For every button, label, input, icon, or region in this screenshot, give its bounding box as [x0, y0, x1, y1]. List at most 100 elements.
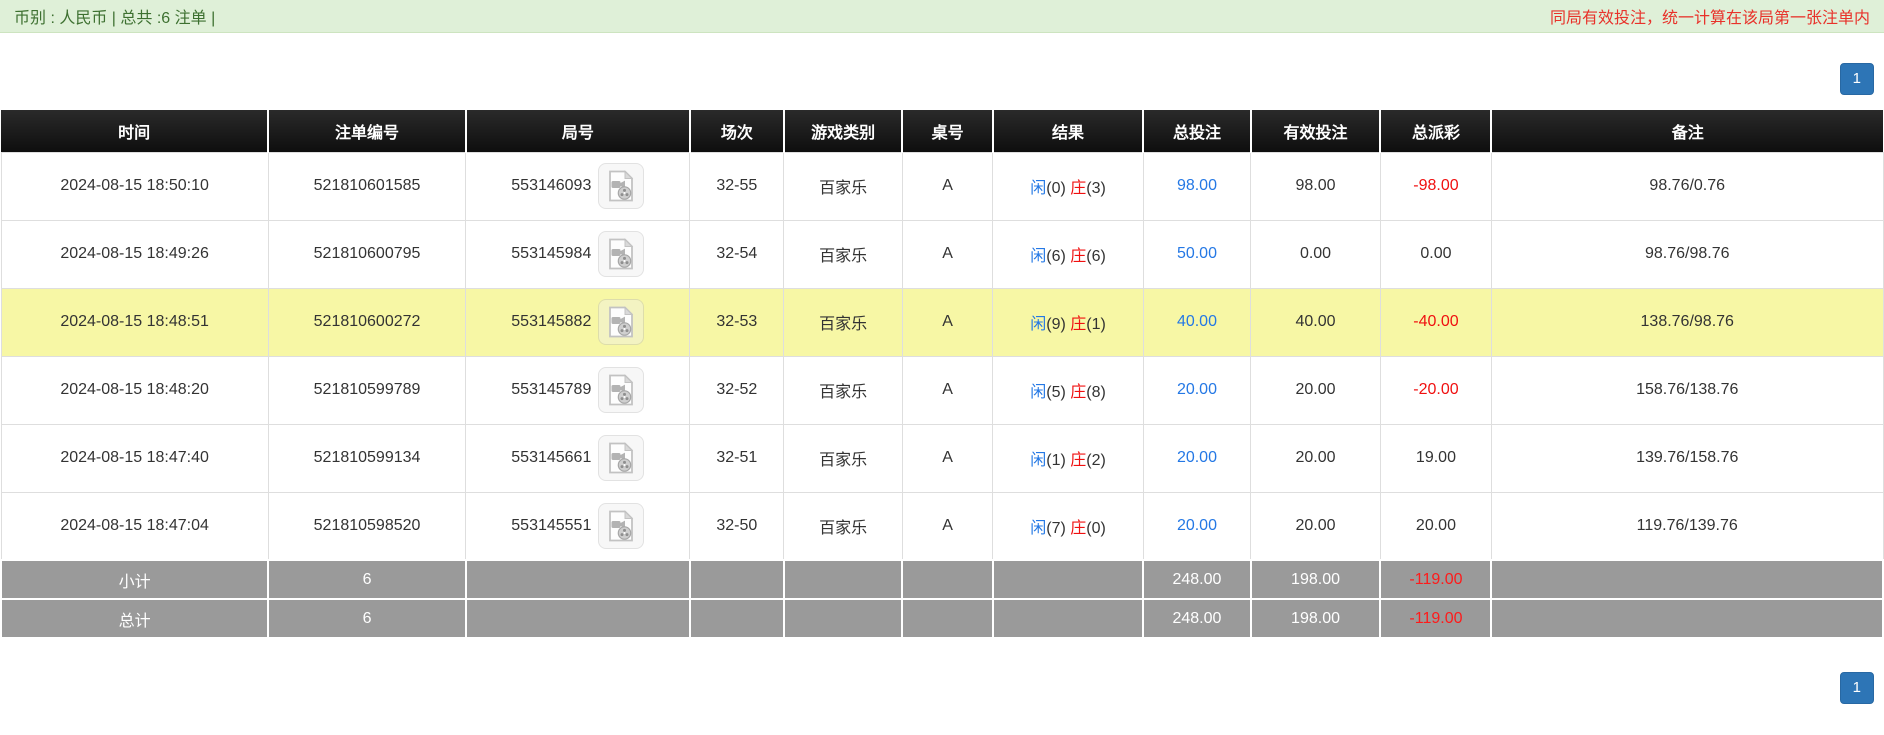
result-banker-label: 庄	[1070, 384, 1087, 401]
cell-game-type: 百家乐	[783, 355, 903, 425]
cell-empty	[782, 559, 904, 600]
cell-game-type: 百家乐	[783, 219, 903, 289]
total-valid-bet: 198.00	[1249, 598, 1382, 639]
header-remark: 备注	[1490, 110, 1883, 152]
cell-bet-id: 521810601585	[267, 151, 467, 221]
cell-total-bet: 20.00	[1142, 355, 1252, 425]
result-player-count: (6)	[1046, 248, 1066, 265]
cell-result: 闲(9) 庄(1)	[992, 287, 1144, 357]
cell-time: 2024-08-15 18:48:51	[0, 287, 269, 357]
pagination-top: 1	[0, 63, 1884, 95]
result-player-label: 闲	[1030, 180, 1047, 197]
cell-table-no: A	[901, 423, 994, 493]
result-player-count: (5)	[1046, 384, 1066, 401]
cell-empty	[901, 559, 994, 600]
result-banker-label: 庄	[1070, 248, 1087, 265]
video-replay-icon	[607, 442, 635, 474]
grand-total-row: 总计 6 248.00 198.00 -119.00	[0, 598, 1884, 639]
cell-session: 32-51	[689, 423, 785, 493]
cell-table-no: A	[901, 355, 994, 425]
header-total-bet: 总投注	[1142, 110, 1251, 152]
result-banker-count: (6)	[1086, 248, 1106, 265]
result-banker-label: 庄	[1070, 316, 1087, 333]
table-row: 2024-08-15 18:48:20 521810599789 5531457…	[0, 355, 1884, 425]
status-bar: 币别 : 人民币 | 总共 :6 注单 | 同局有效投注，统一计算在该局第一张注…	[0, 0, 1884, 33]
round-id-text: 553145661	[511, 449, 592, 466]
cell-empty	[688, 598, 785, 639]
video-replay-icon	[607, 374, 635, 406]
video-replay-button[interactable]	[598, 435, 645, 481]
cell-round-id: 553145789	[465, 355, 691, 425]
cell-total-bet: 98.00	[1142, 151, 1252, 221]
cell-empty	[1490, 598, 1884, 639]
result-player-count: (1)	[1046, 452, 1066, 469]
header-valid-bet: 有效投注	[1249, 110, 1381, 152]
cell-round-id: 553145551	[465, 491, 691, 561]
cell-valid-bet: 20.00	[1250, 423, 1381, 493]
table-row: 2024-08-15 18:48:51 521810600272 5531458…	[0, 287, 1884, 357]
cell-bet-id: 521810600272	[267, 287, 467, 357]
result-banker-count: (0)	[1086, 519, 1106, 537]
cell-game-type: 百家乐	[783, 287, 903, 357]
cell-result: 闲(7) 庄(0)	[992, 491, 1144, 561]
cell-empty	[464, 598, 691, 639]
cell-empty	[464, 559, 691, 600]
video-replay-icon	[607, 170, 635, 202]
video-replay-button[interactable]	[598, 299, 645, 345]
result-banker-count: (3)	[1086, 180, 1106, 197]
total-payout: -119.00	[1379, 598, 1493, 639]
header-payout: 总派彩	[1379, 110, 1492, 152]
video-replay-button[interactable]	[598, 502, 645, 549]
cell-round-id: 553145984	[465, 219, 691, 289]
result-player-label: 闲	[1030, 452, 1047, 469]
video-replay-button[interactable]	[598, 231, 645, 277]
currency-summary-text: 币别 : 人民币 | 总共 :6 注单 |	[14, 10, 216, 27]
result-banker-label: 庄	[1070, 180, 1087, 197]
cell-game-type: 百家乐	[783, 423, 903, 493]
cell-result: 闲(1) 庄(2)	[992, 423, 1144, 493]
result-banker-count: (1)	[1086, 316, 1106, 333]
result-player-count: (0)	[1046, 180, 1066, 197]
cell-bet-id: 521810600795	[267, 219, 467, 289]
cell-valid-bet: 20.00	[1250, 491, 1381, 561]
video-replay-button[interactable]	[598, 367, 645, 413]
table-header-row: 时间 注单编号 局号 场次 游戏类别 桌号 结果 总投注 有效投注 总派彩 备注	[1, 110, 1883, 152]
cell-time: 2024-08-15 18:47:40	[0, 423, 269, 493]
cell-time: 2024-08-15 18:50:10	[0, 151, 269, 221]
cell-table-no: A	[901, 491, 994, 561]
cell-payout: 19.00	[1379, 423, 1492, 493]
result-player-label: 闲	[1030, 519, 1047, 537]
page-1-button[interactable]: 1	[1839, 63, 1874, 95]
cell-session: 32-50	[689, 491, 785, 561]
round-id-text: 553145551	[511, 516, 592, 534]
table-row: 2024-08-15 18:50:10 521810601585 5531460…	[0, 151, 1884, 221]
header-round-id: 局号	[464, 110, 690, 152]
cell-payout: -40.00	[1379, 287, 1492, 357]
subtotal-valid-bet: 198.00	[1249, 559, 1382, 600]
cell-session: 32-55	[689, 151, 785, 221]
result-banker-count: (2)	[1086, 452, 1106, 469]
cell-table-no: A	[901, 287, 994, 357]
cell-total-bet: 50.00	[1142, 219, 1252, 289]
cell-empty	[901, 598, 994, 639]
header-result: 结果	[991, 110, 1144, 152]
round-id-text: 553145984	[511, 245, 592, 262]
header-game-type: 游戏类别	[782, 110, 903, 152]
video-replay-icon	[607, 510, 635, 542]
cell-empty	[688, 559, 785, 600]
round-id-text: 553146093	[511, 177, 592, 194]
cell-empty	[991, 598, 1145, 639]
cell-bet-id: 521810599134	[267, 423, 467, 493]
cell-valid-bet: 0.00	[1250, 219, 1381, 289]
page-1-button[interactable]: 1	[1839, 672, 1874, 704]
cell-total-bet: 20.00	[1142, 491, 1252, 561]
cell-valid-bet: 20.00	[1250, 355, 1381, 425]
cell-table-no: A	[901, 219, 994, 289]
total-total-bet: 248.00	[1142, 598, 1252, 639]
cell-round-id: 553146093	[465, 151, 691, 221]
cell-remark: 158.76/138.76	[1490, 355, 1884, 425]
result-player-label: 闲	[1030, 316, 1047, 333]
video-replay-button[interactable]	[598, 163, 645, 209]
subtotal-count: 6	[267, 559, 467, 600]
cell-remark: 139.76/158.76	[1490, 423, 1884, 493]
